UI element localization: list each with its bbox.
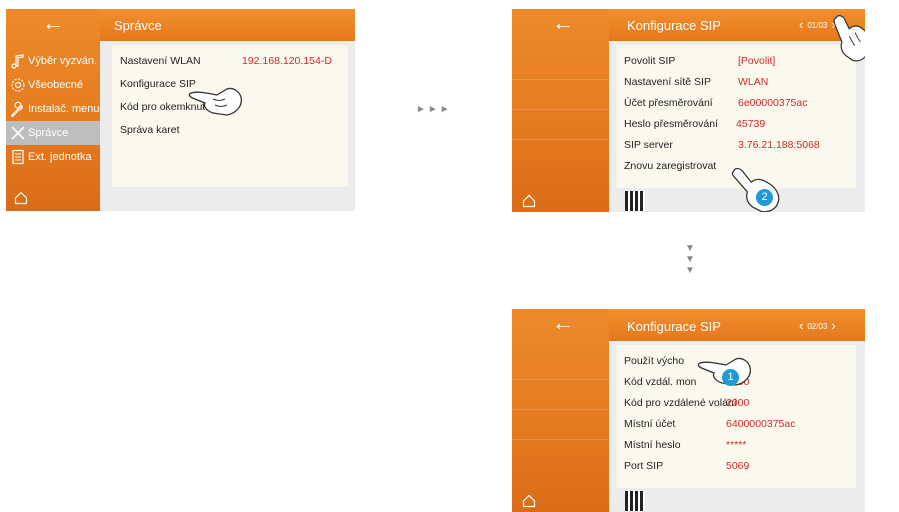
header-bar: Konfigurace SIP ‹ 02/03 › [609,309,865,341]
screen-admin: Výběr vyzván. Všeobecné Instalač. menu S… [6,9,355,211]
settings-row-remote-call-code[interactable]: Kód pro vzdálené volání 2000 [616,397,856,419]
row-label: Nastavení WLAN [120,55,201,67]
settings-row-divert-account[interactable]: Účet přesměrování 6e00000375ac [616,97,856,119]
sidebar-item-ringtone[interactable]: Výběr vyzván. [6,49,100,73]
flow-arrow-down: ▼ ▼ ▼ [683,243,697,276]
music-note-icon [11,54,24,69]
settings-row-local-password[interactable]: Místní heslo ***** [616,439,856,461]
row-label: Správa karet [120,124,180,136]
divider [512,409,609,410]
screen-sip-config-page2: ← Konfigurace SIP ‹ 02/03 › Použít výcho… [512,309,865,512]
page-title: Konfigurace SIP [627,319,721,334]
sidebar-item-label: Ext. jednotka [28,151,92,163]
row-value: 5069 [726,460,750,472]
sidebar-item-label: Instalač. menu [28,103,100,115]
divider [512,379,609,380]
sidebar-item-ext-unit[interactable]: Ext. jednotka [6,145,100,169]
hand-pointer-icon [833,15,865,62]
page-indicator: 01/03 [807,20,828,30]
arrow-down-icon: ▼ [685,265,695,276]
step-badge: 1 [722,369,739,386]
sidebar [512,309,609,512]
settings-row-sip-port[interactable]: Port SIP 5069 [616,460,856,482]
sidebar [512,9,609,212]
row-label: SIP server [624,139,673,151]
row-value: 6e00000375ac [738,97,808,109]
page-title: Správce [114,18,162,33]
settings-row-sip-network[interactable]: Nastavení sítě SIP WLAN [616,76,856,98]
screen-sip-config-page1: ← Konfigurace SIP ‹ 01/03 › Povolit SIP … [512,9,865,212]
row-label: Heslo přesměrování [624,118,718,130]
row-label: Konfigurace SIP [120,78,196,90]
row-value: 45739 [736,118,766,130]
sidebar-item-label: Správce [28,127,69,139]
arrow-left-icon[interactable]: ← [42,12,64,34]
chevron-left-icon[interactable]: ‹ [799,319,803,332]
arrow-down-icon: ▼ [685,243,695,254]
home-icon[interactable] [522,494,536,508]
qr-code-icon [625,191,645,211]
hand-pointer-icon [731,167,780,212]
arrow-down-icon: ▼ [685,254,695,265]
row-label: Použít výcho [624,355,685,367]
row-value: WLAN [738,76,769,88]
settings-row-sip-server[interactable]: SIP server 3.76.21.188:5068 [616,139,856,161]
sidebar-item-label: Všeobecné [28,79,84,91]
row-value: 6400000375ac [726,418,796,430]
row-label: Účet přesměrování [624,97,713,109]
row-label: Kód pro vzdálené volání [624,397,737,409]
row-value: 2000 [726,397,750,409]
arrow-left-icon[interactable]: ← [552,12,574,34]
chevron-left-icon[interactable]: ‹ [799,18,803,31]
header-bar: Správce [100,9,355,41]
row-label: Místní heslo [624,439,681,451]
tools-icon [11,126,25,140]
settings-row-card-management[interactable]: Správa karet [112,124,348,146]
settings-row-wlan[interactable]: Nastavení WLAN 192.168.120.154-D [112,55,348,77]
divider [512,79,609,80]
sidebar-item-install-menu[interactable]: Instalač. menu [6,97,100,121]
document-icon [12,149,24,165]
row-label: Místní účet [624,418,676,430]
row-label: Nastavení sítě SIP [624,76,711,88]
row-label: Kód vzdál. mon [624,376,697,388]
row-value: [Povolit] [738,55,776,67]
divider [512,139,609,140]
row-value: 192.168.120.154-D [242,55,332,67]
home-icon[interactable] [522,194,536,208]
home-icon[interactable] [14,191,28,205]
settings-row-enable-sip[interactable]: Povolit SIP [Povolit] [616,55,856,77]
pager: ‹ 02/03 › [799,319,836,332]
qr-code-icon [625,491,645,511]
settings-row-divert-password[interactable]: Heslo přesměrování 45739 [616,118,856,140]
header-bar: Konfigurace SIP ‹ 01/03 › [609,9,865,41]
arrow-left-icon[interactable]: ← [552,312,574,334]
page-indicator: 02/03 [807,321,828,331]
sidebar-item-admin[interactable]: Správce [6,121,100,145]
row-value: 3.76.21.188:5068 [738,139,820,151]
sidebar-item-label: Výběr vyzván. [28,55,98,67]
gear-icon [11,78,25,92]
row-value: ***** [726,439,747,451]
sidebar-item-general[interactable]: Všeobecné [6,73,100,97]
flow-arrow: ►►► [416,104,452,115]
row-label: Znovu zaregistrovat [624,160,717,172]
wrench-icon [11,101,23,117]
settings-row-local-account[interactable]: Místní účet 6400000375ac [616,418,856,440]
hand-pointer-icon [188,87,243,116]
step-badge: 2 [756,189,773,206]
page-title: Konfigurace SIP [627,18,721,33]
row-label: Povolit SIP [624,55,676,67]
sidebar: Výběr vyzván. Všeobecné Instalač. menu S… [6,9,100,211]
chevron-right-icon[interactable]: › [831,319,835,332]
row-label: Port SIP [624,460,664,472]
divider [512,439,609,440]
divider [512,109,609,110]
